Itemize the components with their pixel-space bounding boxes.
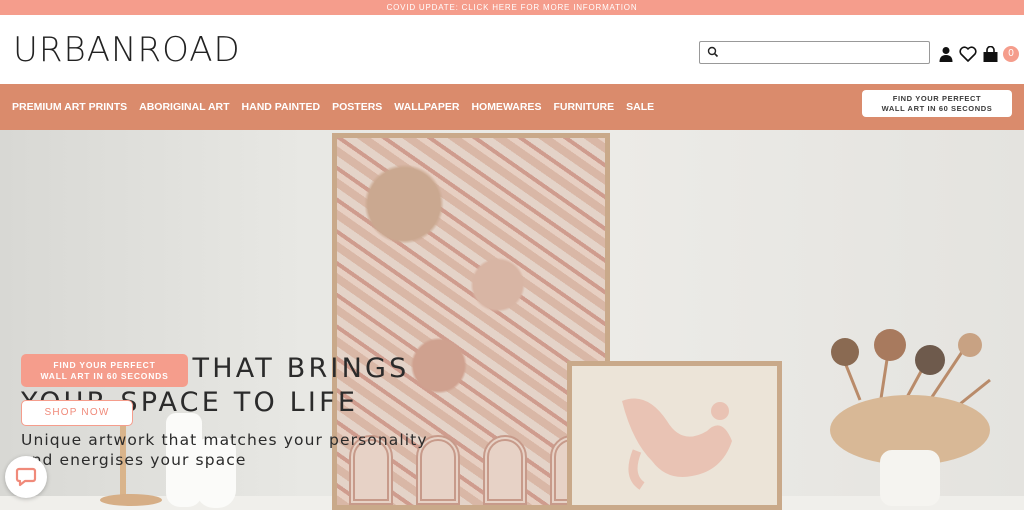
nav-item-posters[interactable]: POSTERS — [332, 101, 382, 113]
hero-cta-line1: FIND YOUR PERFECT — [53, 359, 156, 370]
hero-sub-line1: Unique artwork that matches your persona… — [21, 431, 428, 449]
header-icons: 0 — [937, 43, 1019, 65]
search-icon[interactable] — [707, 46, 719, 58]
nav-cta-line2: WALL ART IN 60 SECONDS — [881, 103, 993, 113]
chat-bubble-icon — [15, 467, 37, 487]
nav-item-premium-art-prints[interactable]: PREMIUM ART PRINTS — [12, 101, 127, 113]
cart-bag-icon[interactable] — [981, 45, 999, 63]
find-wall-art-quiz-button[interactable]: FIND YOUR PERFECT WALL ART IN 60 SECONDS — [862, 90, 1012, 117]
search-box[interactable] — [699, 41, 930, 64]
hero-sub-line2: and energises your space — [21, 451, 247, 469]
chat-widget-button[interactable] — [5, 456, 47, 498]
hero-subheadline: Unique artwork that matches your persona… — [21, 430, 428, 470]
urbanroad-logo[interactable]: URBANROAD — [13, 30, 241, 70]
dried-flowers-decor — [830, 329, 991, 506]
main-nav: PREMIUM ART PRINTS ABORIGINAL ART HAND P… — [0, 84, 1024, 130]
wishlist-heart-icon[interactable] — [959, 45, 977, 63]
hero-find-wall-art-button[interactable]: FIND YOUR PERFECT WALL ART IN 60 SECONDS — [21, 354, 188, 387]
abstract-figure-illustration — [622, 398, 732, 490]
hero-cta-line2: WALL ART IN 60 SECONDS — [40, 370, 169, 381]
nav-item-hand-painted[interactable]: HAND PAINTED — [242, 101, 321, 113]
site-header: URBANROAD 0 — [0, 15, 1024, 84]
nav-cta-line1: FIND YOUR PERFECT — [892, 93, 982, 103]
announcement-text[interactable]: COVID UPDATE: CLICK HERE FOR MORE INFORM… — [387, 3, 638, 12]
nav-item-furniture[interactable]: FURNITURE — [553, 101, 614, 113]
cart-count-badge[interactable]: 0 — [1003, 46, 1019, 62]
nav-menu: PREMIUM ART PRINTS ABORIGINAL ART HAND P… — [12, 84, 654, 130]
figure-artwork-image — [567, 361, 782, 510]
account-icon[interactable] — [937, 45, 955, 63]
nav-item-homewares[interactable]: HOMEWARES — [471, 101, 541, 113]
announcement-bar[interactable]: COVID UPDATE: CLICK HERE FOR MORE INFORM… — [0, 0, 1024, 15]
search-input[interactable] — [722, 44, 922, 61]
nav-item-sale[interactable]: SALE — [626, 101, 654, 113]
nav-item-wallpaper[interactable]: WALLPAPER — [394, 101, 459, 113]
shop-now-button[interactable]: SHOP NOW — [21, 400, 133, 426]
lamp-base-decor — [100, 494, 162, 506]
hero-banner[interactable]: WALL ART THAT BRINGS YOUR SPACE TO LIFE … — [0, 130, 1024, 510]
nav-item-aboriginal-art[interactable]: ABORIGINAL ART — [139, 101, 229, 113]
